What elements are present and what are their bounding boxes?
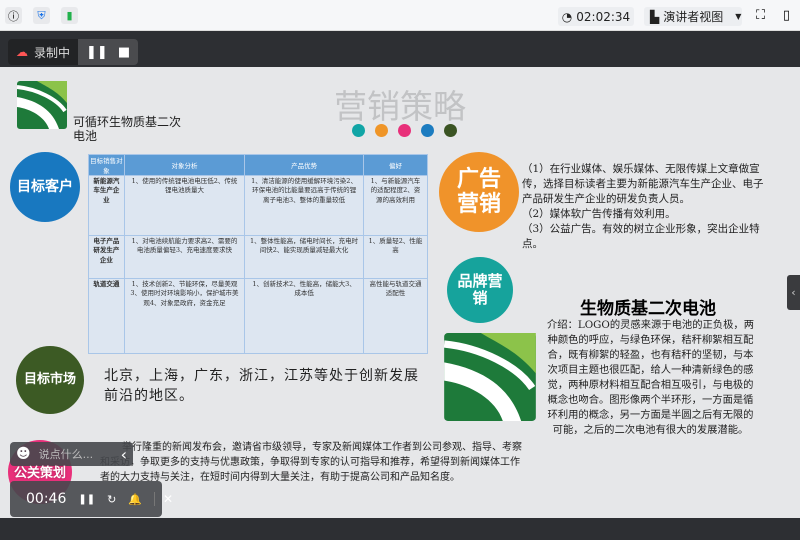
close-icon[interactable]: ✕ <box>154 492 173 506</box>
table-cell: 1、与新能源汽车的适配程度2、资源的高效利用 <box>363 175 428 236</box>
table-cell: 轨道交通 <box>88 278 125 354</box>
shield-icon[interactable]: ⛨ <box>33 7 50 24</box>
target-customer-table: 目标销售对象 对象分析 产品优势 偏好 新能源汽车生产企业 1、使用的传统锂电池电压低2… <box>88 154 428 354</box>
chevron-down-icon: ▼ <box>735 12 742 21</box>
table-header: 产品优势 <box>244 154 364 176</box>
table-cell: 新能源汽车生产企业 <box>88 175 125 236</box>
recording-status: ☁ 录制中 <box>8 39 79 65</box>
info-icon[interactable]: ⓘ <box>5 7 22 24</box>
bell-icon[interactable]: 🔔 <box>128 493 142 506</box>
table-cell: 高性能与轨道交通适配性 <box>363 278 428 354</box>
dot <box>444 124 457 137</box>
logo-large <box>444 333 536 421</box>
record-cloud-icon: ☁ <box>16 45 28 59</box>
clock-icon: ◔ <box>561 9 573 24</box>
target-market-circle: 目标市场 <box>16 346 84 414</box>
presenter-view-label: 演讲者视图 <box>663 10 724 24</box>
slide-title: 营销策略 <box>334 87 466 126</box>
dot <box>421 124 434 137</box>
side-panel-toggle[interactable]: ‹ <box>787 275 800 310</box>
stop-button[interactable]: ■ <box>118 45 130 60</box>
rotate-icon[interactable]: ↻ <box>107 493 116 506</box>
pause-icon[interactable]: ❚❚ <box>78 494 95 505</box>
company-name: 可循环生物质基二次电池 <box>73 115 182 143</box>
product-title: 生物质基二次电池 <box>580 299 716 319</box>
advert-point: （3）公益广告。有效的树立企业形象，突出企业特点。 <box>522 223 760 250</box>
brand-circle: 品牌营销 <box>447 257 513 323</box>
recording-label: 录制中 <box>34 45 71 60</box>
market-text: 北京，上海，广东，浙江，江苏等处于创新发展前沿的地区。 <box>104 368 419 404</box>
table-cell: 1、整体性能高，储电时间长，充电时间快2、能实现质量减轻最大化 <box>244 235 364 279</box>
advert-circle: 广告营销 <box>439 152 519 232</box>
pr-text: 举行隆重的新闻发布会，邀请省市级领导，专家及新闻媒体工作者到公司参观、指导、考察… <box>100 442 522 483</box>
elapsed-time: 00:46 <box>26 491 67 507</box>
advert-point: （2）媒体软广告传播有效利用。 <box>522 208 676 220</box>
table-cell: 1、质量轻2、性能高 <box>363 235 428 279</box>
table-row: 电子产品研发生产企业 1、对电池续航能力要求高2、需要的电池质量偏轻3、充电速度要… <box>88 235 428 279</box>
comment-bar: ☻ 说点什么... ‹ <box>10 442 133 466</box>
emoji-icon[interactable]: ☻ <box>16 446 31 462</box>
target-customer-circle: 目标客户 <box>10 152 80 222</box>
table-cell: 1、技术创新2、节能环保，尽量美观3、使用时对环境影响小，保护城市美观4、对象是… <box>123 278 246 354</box>
color-dots <box>352 124 457 137</box>
clock-timer: ◔ 02:02:34 <box>558 7 634 26</box>
presenter-view-dropdown[interactable]: ▙ 演讲者视图 ▼ <box>644 7 742 26</box>
recording-control-panel: 00:46 ❚❚ ↻ 🔔 ✕ <box>10 481 173 517</box>
dot <box>352 124 365 137</box>
dot <box>375 124 388 137</box>
advert-point: （1）在行业媒体、娱乐媒体、无限传媒上文章做宣传，选择目标读者主要为新能源汽车生… <box>522 163 764 205</box>
table-cell: 1、使用的传统锂电池电压低2、传统锂电池质量大 <box>123 175 246 236</box>
timer-value: 02:02:34 <box>576 9 631 24</box>
pause-button[interactable]: ❚❚ <box>86 45 108 60</box>
dot <box>398 124 411 137</box>
presenter-icon: ▙ <box>650 9 660 24</box>
table-cell: 1、对电池续航能力要求高2、需要的电池质量偏轻3、充电速度要求快 <box>123 235 246 279</box>
sidebar-toggle-icon[interactable]: ▯ <box>778 7 795 24</box>
bottom-bar <box>0 518 800 540</box>
recording-bar: ☁ 录制中 ❚❚ ■ <box>0 31 800 67</box>
logo-small <box>17 81 67 129</box>
table-row: 新能源汽车生产企业 1、使用的传统锂电池电压低2、传统锂电池质量大 1、清洁能源的使… <box>88 175 428 236</box>
table-header: 偏好 <box>363 154 428 176</box>
collapse-icon[interactable]: ‹ <box>121 445 127 464</box>
advert-text: （1）在行业媒体、娱乐媒体、无限传媒上文章做宣传，选择目标读者主要为新能源汽车生… <box>522 162 772 252</box>
table-row: 轨道交通 1、技术创新2、节能环保，尽量美观3、使用时对环境影响小，保护城市美观4… <box>88 278 428 354</box>
table-header: 目标销售对象 <box>88 154 125 176</box>
signal-icon[interactable]: ▮ <box>61 7 78 24</box>
table-cell: 电子产品研发生产企业 <box>88 235 125 279</box>
product-description: 介绍：LOGO的灵感来源于电池的正负极，两种颜色的呼应，与绿色环保，秸秆柳絮相互… <box>547 319 754 436</box>
top-toolbar: ⓘ ⛨ ▮ ◔ 02:02:34 ▙ 演讲者视图 ▼ ⛶ ▯ <box>0 0 800 31</box>
table-header: 对象分析 <box>123 154 246 176</box>
table-cell: 1、清洁能源的使用缓解环境污染2、环保电池的比能量要远高于传统的锂离子电池3、整… <box>244 175 364 236</box>
comment-input[interactable]: 说点什么... <box>39 446 113 462</box>
table-cell: 1、创新技术2、性能高，储能大3、成本低 <box>244 278 364 354</box>
fullscreen-icon[interactable]: ⛶ <box>752 7 769 24</box>
pr-circle-label: 公关策划 <box>13 466 66 481</box>
